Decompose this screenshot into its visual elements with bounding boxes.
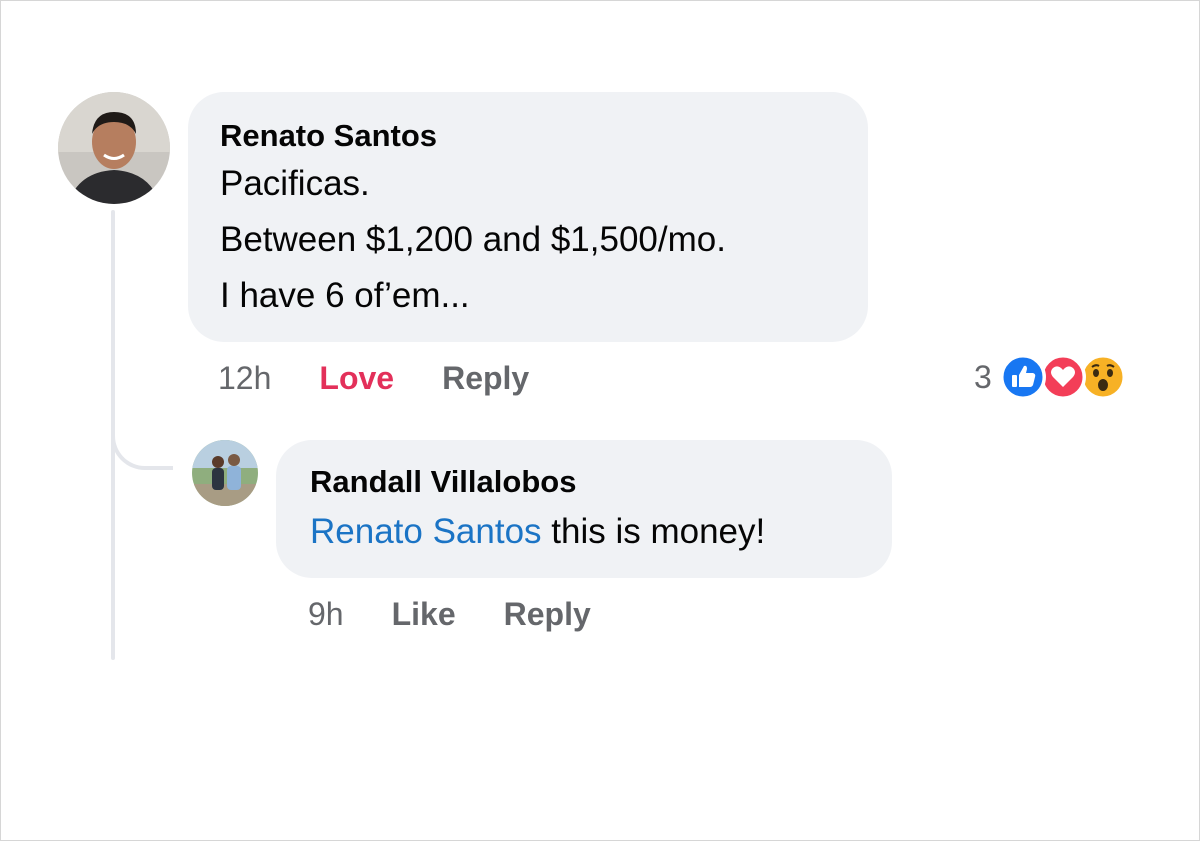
avatar[interactable]	[58, 92, 170, 204]
comment-timestamp[interactable]: 12h	[218, 358, 271, 398]
reaction-summary[interactable]: 3	[974, 352, 1134, 402]
mention-link[interactable]: Renato Santos	[310, 512, 542, 551]
avatar-image	[58, 92, 170, 204]
avatar[interactable]	[192, 440, 258, 506]
reaction-icons	[999, 352, 1134, 402]
comment-bubble: Renato Santos Pacificas. Between $1,200 …	[188, 92, 868, 342]
like-icon	[999, 354, 1046, 400]
wow-icon	[1079, 354, 1126, 400]
comment-text-line: Pacificas.	[220, 164, 370, 203]
reply-timestamp[interactable]: 9h	[308, 594, 344, 634]
reply-actions: 9h Like Reply	[308, 594, 639, 634]
reply-button[interactable]: Reply	[504, 594, 591, 634]
comment-text-line: Between $1,200 and $1,500/mo.	[220, 220, 726, 259]
comment-actions: 12h Love Reply	[218, 358, 577, 398]
reply-author[interactable]: Randall Villalobos	[310, 462, 858, 502]
reply-text-body: this is money!	[541, 512, 766, 551]
love-button[interactable]: Love	[319, 358, 394, 398]
reply-text: Renato Santos this is money!	[310, 504, 858, 560]
avatar-image	[192, 440, 258, 506]
like-button[interactable]: Like	[392, 594, 456, 634]
love-icon	[1039, 354, 1086, 400]
reply-bubble: Randall Villalobos Renato Santos this is…	[276, 440, 892, 578]
reply-button[interactable]: Reply	[442, 358, 529, 398]
comment-author[interactable]: Renato Santos	[220, 116, 836, 156]
comment-text-line: I have 6 of’em...	[220, 276, 470, 315]
reaction-count: 3	[974, 358, 992, 395]
